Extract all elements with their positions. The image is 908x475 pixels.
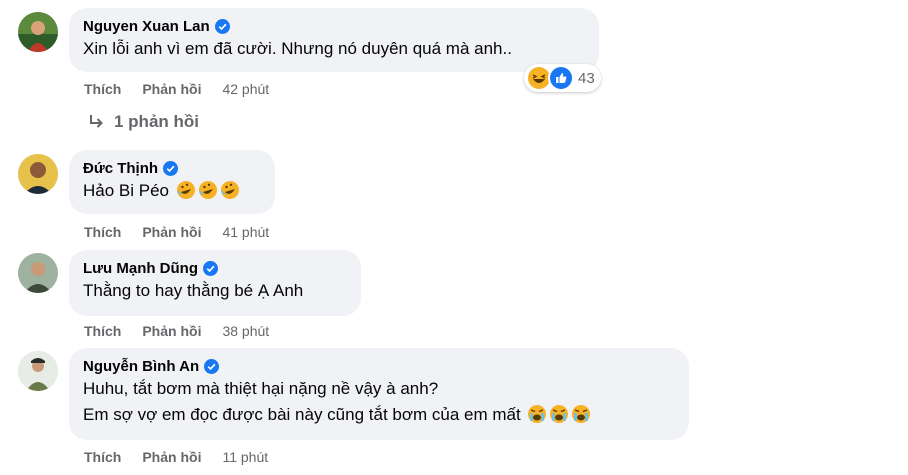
comment-time[interactable]: 38 phút [222, 323, 269, 339]
crying-emoji-icon [571, 404, 591, 424]
replies-label: 1 phản hồi [114, 112, 199, 131]
comment-actions: Thích Phản hồi 11 phút [84, 447, 268, 467]
reaction-count: 43 [578, 69, 595, 87]
comment-text: Hảo Bi Péo [83, 178, 263, 204]
author-name[interactable]: Đức Thịnh [83, 160, 158, 177]
verified-badge-icon [204, 358, 220, 374]
comment-bubble: Lưu Mạnh Dũng Thằng to hay thằng bé Ạ An… [69, 250, 361, 316]
comment-time[interactable]: 11 phút [222, 449, 268, 465]
author-name[interactable]: Nguyen Xuan Lan [83, 18, 210, 35]
crying-emoji-icon [527, 404, 547, 424]
reply-button[interactable]: Phản hồi [142, 449, 201, 465]
comment-bubble: Nguyen Xuan Lan Xin lỗi anh vì em đã cườ… [69, 8, 599, 72]
comment-text-line-2: Em sợ vợ em đọc được bài này cũng tắt bơ… [83, 402, 677, 428]
comment-actions: Thích Phản hồi 42 phút [84, 79, 269, 99]
avatar[interactable] [18, 253, 58, 293]
rofl-emoji-icon [198, 180, 218, 200]
like-button[interactable]: Thích [84, 323, 121, 339]
crying-emoji-icon [549, 404, 569, 424]
avatar[interactable] [18, 351, 58, 391]
comment-text: Thằng to hay thằng bé Ạ Anh [83, 281, 304, 300]
reply-button[interactable]: Phản hồi [142, 81, 201, 97]
verified-badge-icon [214, 18, 230, 34]
comment-text-line-1: Huhu, tắt bơm mà thiệt hại nặng nề vậy à… [83, 379, 439, 398]
reply-arrow-icon [90, 115, 103, 128]
reply-button[interactable]: Phản hồi [142, 224, 201, 240]
avatar[interactable] [18, 154, 58, 194]
reply-button[interactable]: Phản hồi [142, 323, 201, 339]
comment-actions: Thích Phản hồi 41 phút [84, 222, 269, 242]
verified-badge-icon [163, 160, 179, 176]
comment-text-content: Em sợ vợ em đọc được bài này cũng tắt bơ… [83, 405, 521, 424]
author-name[interactable]: Nguyễn Bình An [83, 358, 199, 375]
like-button[interactable]: Thích [84, 81, 121, 97]
reactions-summary[interactable]: 43 [524, 64, 601, 92]
like-icon [548, 65, 574, 91]
comment-bubble: Nguyễn Bình An Huhu, tắt bơm mà thiệt hạ… [69, 348, 689, 440]
rofl-emoji-icon [176, 180, 196, 200]
comment-text: Xin lỗi anh vì em đã cười. Nhưng nó duyê… [83, 39, 512, 58]
author-name[interactable]: Lưu Mạnh Dũng [83, 260, 198, 277]
avatar[interactable] [18, 12, 58, 52]
like-button[interactable]: Thích [84, 449, 121, 465]
comment-bubble: Đức Thịnh Hảo Bi Péo [69, 150, 275, 214]
comment-actions: Thích Phản hồi 38 phút [84, 321, 269, 341]
verified-badge-icon [203, 260, 219, 276]
comment-text-content: Hảo Bi Péo [83, 181, 169, 200]
like-button[interactable]: Thích [84, 224, 121, 240]
comment-time[interactable]: 41 phút [222, 224, 269, 240]
rofl-emoji-icon [220, 180, 240, 200]
view-replies-button[interactable]: 1 phản hồi [86, 112, 199, 132]
comment-time[interactable]: 42 phút [222, 81, 269, 97]
